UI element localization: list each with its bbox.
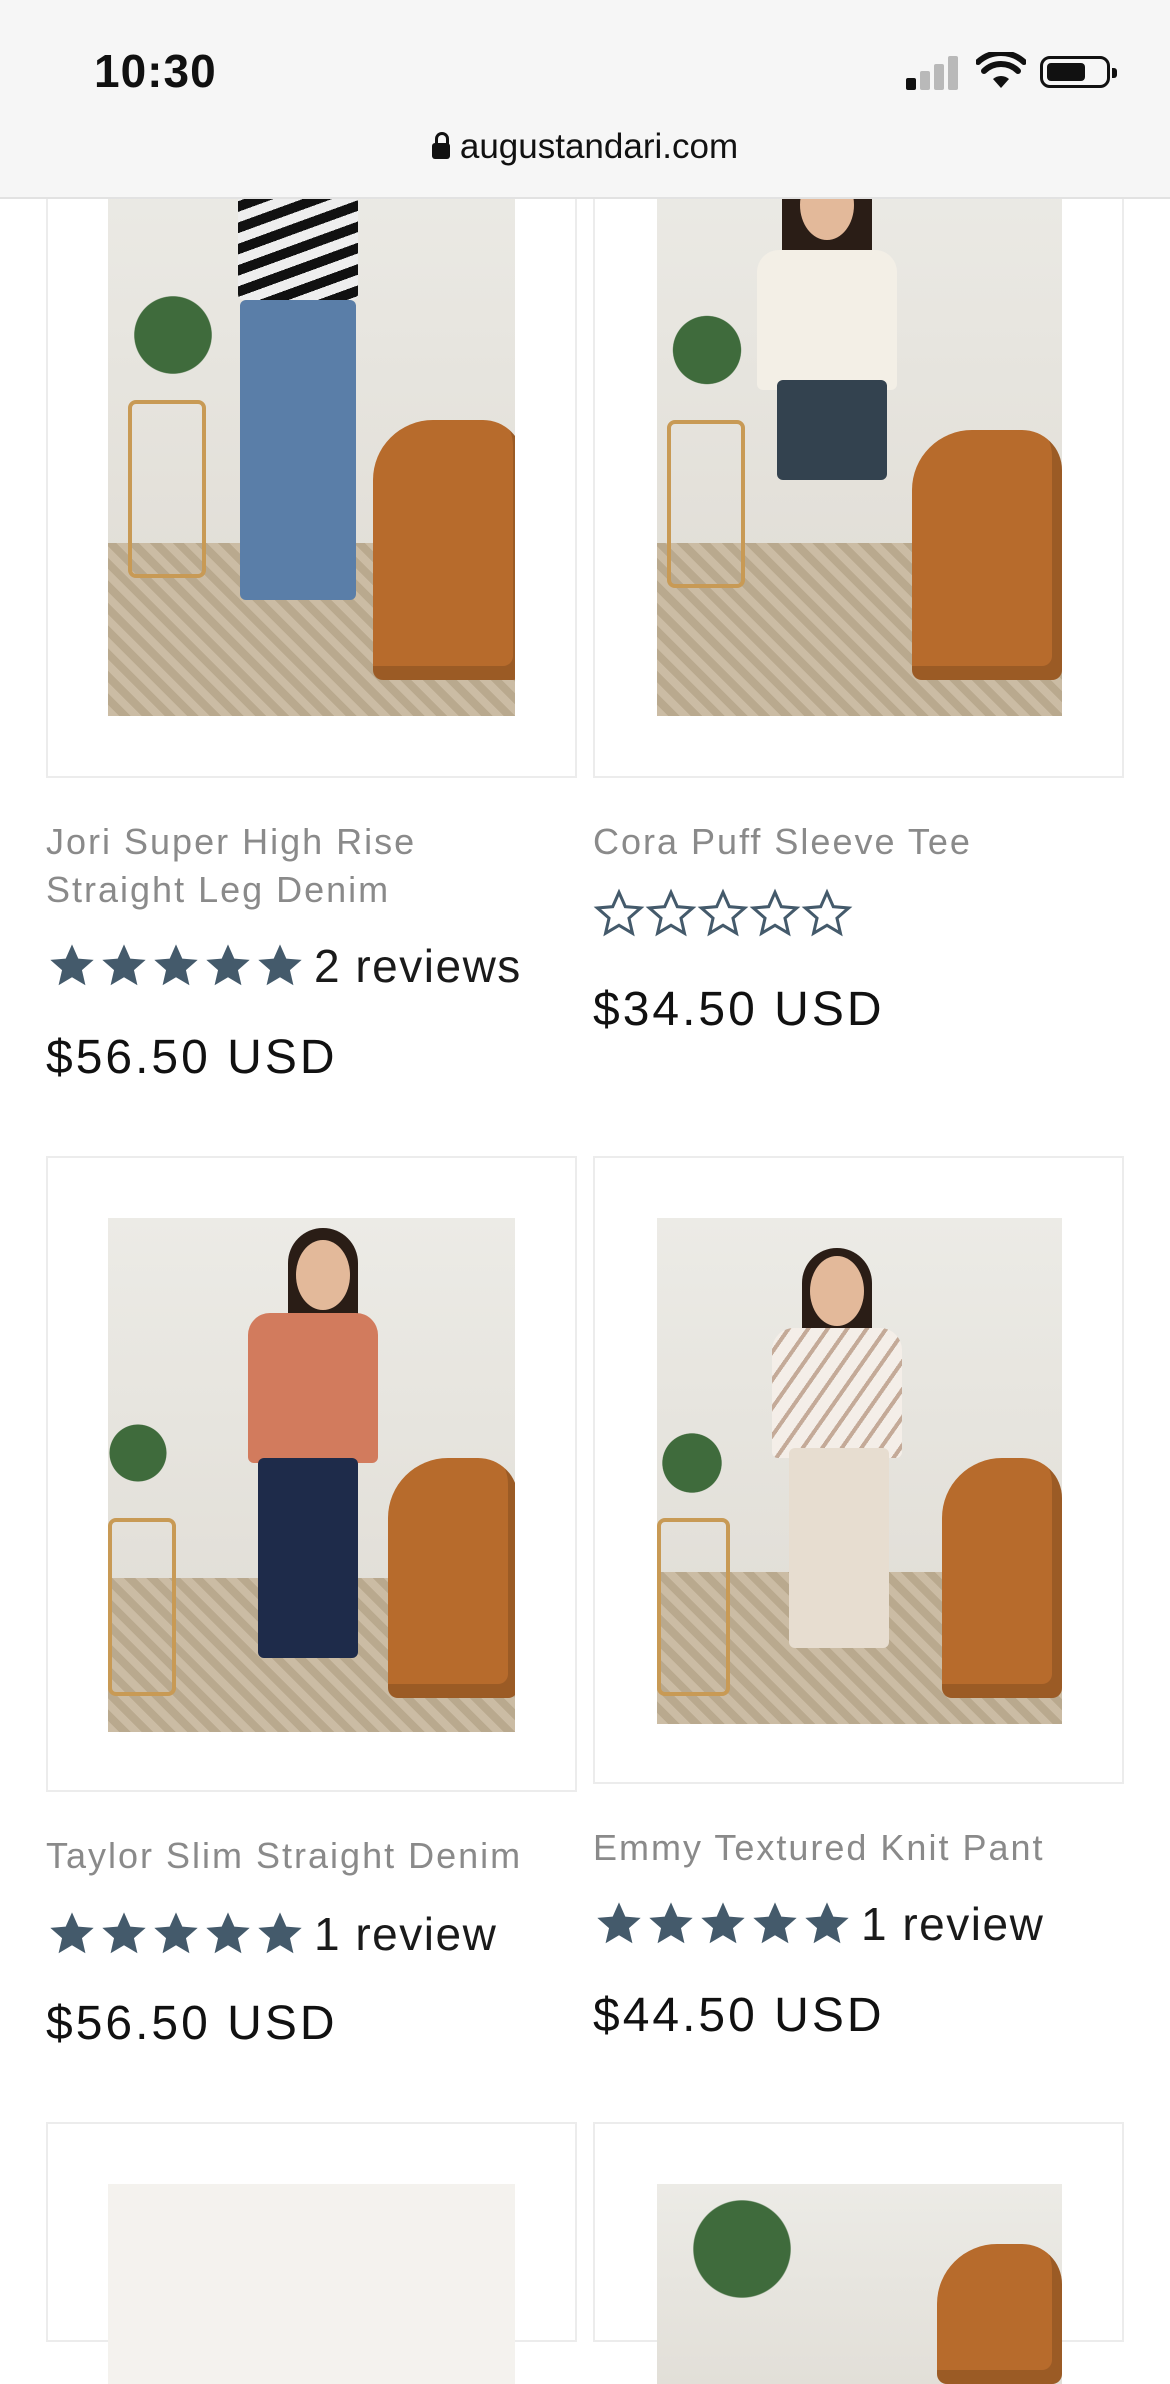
review-count[interactable]: 2 reviews xyxy=(314,939,522,993)
browser-top-bar: 10:30 augustandari.com xyxy=(0,0,1170,199)
star-empty-icon xyxy=(801,888,853,937)
product-title[interactable]: Emmy Textured Knit Pant xyxy=(593,1824,1113,1872)
product-price: $56.50 USD xyxy=(46,1031,338,1084)
star-filled-icon xyxy=(154,1912,198,1954)
product-image-frame[interactable] xyxy=(593,2122,1124,2384)
url-text: augustandari.com xyxy=(459,127,739,166)
product-photo xyxy=(108,1218,515,1732)
product-image-frame[interactable] xyxy=(593,140,1124,778)
product-image-frame[interactable] xyxy=(46,1156,577,1792)
review-count[interactable]: 1 review xyxy=(861,1897,1044,1951)
product-photo xyxy=(657,2184,1062,2384)
star-empty-icon xyxy=(645,888,697,937)
product-title[interactable]: Taylor Slim Straight Denim xyxy=(46,1832,566,1880)
star-filled-icon xyxy=(206,1912,250,1954)
product-photo xyxy=(657,1218,1062,1724)
star-filled-icon xyxy=(102,944,146,986)
star-filled-icon xyxy=(649,1902,693,1944)
product-title[interactable]: Cora Puff Sleeve Tee xyxy=(593,818,1113,866)
star-empty-icon xyxy=(697,888,749,937)
cellular-signal-icon xyxy=(906,56,960,90)
star-filled-icon xyxy=(805,1902,849,1944)
star-filled-icon xyxy=(701,1902,745,1944)
address-bar[interactable]: augustandari.com xyxy=(0,127,1170,167)
battery-icon xyxy=(1040,56,1117,88)
star-empty-icon xyxy=(749,888,801,937)
product-price: $44.50 USD xyxy=(593,1989,885,2042)
star-filled-icon xyxy=(154,944,198,986)
star-filled-icon xyxy=(753,1902,797,1944)
star-filled-icon xyxy=(206,944,250,986)
product-rating xyxy=(593,888,853,940)
product-price: $56.50 USD xyxy=(46,1997,338,2050)
product-rating: 2 reviews xyxy=(46,940,522,992)
star-filled-icon xyxy=(597,1902,641,1944)
status-time: 10:30 xyxy=(94,45,217,97)
product-rating: 1 review xyxy=(593,1898,1044,1950)
review-count[interactable]: 1 review xyxy=(314,1907,497,1961)
lock-icon xyxy=(431,132,450,159)
product-image-frame[interactable] xyxy=(46,2122,577,2384)
product-rating: 1 review xyxy=(46,1908,497,1960)
star-filled-icon xyxy=(258,944,302,986)
product-image-frame[interactable] xyxy=(593,1156,1124,1784)
product-title[interactable]: Jori Super High Rise Straight Leg Denim xyxy=(46,818,566,914)
star-filled-icon xyxy=(50,944,94,986)
product-photo xyxy=(657,140,1062,716)
product-photo xyxy=(108,2184,515,2384)
product-photo xyxy=(108,140,515,716)
star-filled-icon xyxy=(258,1912,302,1954)
wifi-icon xyxy=(976,52,1026,88)
product-image-frame[interactable] xyxy=(46,140,577,778)
star-filled-icon xyxy=(50,1912,94,1954)
star-empty-icon xyxy=(593,888,645,937)
star-filled-icon xyxy=(102,1912,146,1954)
product-price: $34.50 USD xyxy=(593,983,885,1036)
